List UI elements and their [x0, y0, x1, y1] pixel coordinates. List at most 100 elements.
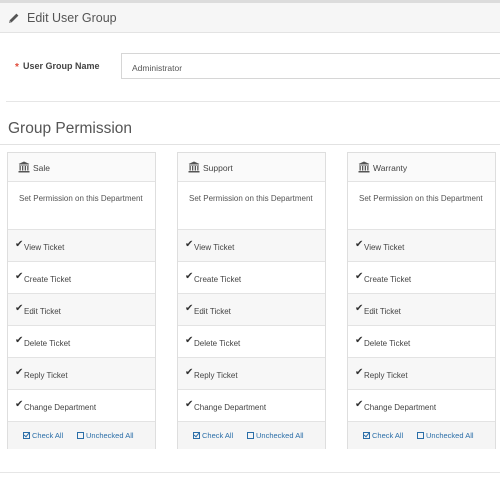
permission-delete-ticket[interactable]: ✔ Delete Ticket	[348, 326, 495, 358]
permission-label: Change Department	[194, 403, 267, 412]
permission-label: Create Ticket	[194, 275, 242, 284]
bank-icon	[358, 161, 370, 173]
permission-label: Delete Ticket	[194, 339, 241, 348]
uncheck-all-label: Unchecked All	[426, 431, 474, 440]
permission-reply-ticket[interactable]: ✔ Reply Ticket	[178, 358, 325, 390]
uncheck-all-label: Unchecked All	[256, 431, 304, 440]
uncheck-all-label: Unchecked All	[86, 431, 134, 440]
permission-edit-ticket[interactable]: ✔ Edit Ticket	[8, 294, 155, 326]
panel-header: Support	[178, 153, 325, 182]
panel-header: Sale	[8, 153, 155, 182]
checked-box-icon	[363, 432, 370, 439]
check-icon: ✔	[15, 239, 24, 250]
panel-footer: Check All Unchecked All	[178, 422, 325, 449]
permission-view-ticket[interactable]: ✔ View Ticket	[178, 230, 325, 262]
permission-label: View Ticket	[24, 243, 65, 252]
panel-footer: Check All Unchecked All	[8, 422, 155, 449]
check-icon: ✔	[355, 239, 364, 250]
permission-edit-ticket[interactable]: ✔ Edit Ticket	[348, 294, 495, 326]
permission-create-ticket[interactable]: ✔ Create Ticket	[178, 262, 325, 294]
permission-label: Change Department	[24, 403, 97, 412]
check-icon: ✔	[355, 367, 364, 378]
check-icon: ✔	[185, 399, 194, 410]
check-icon: ✔	[185, 335, 194, 346]
section-title: Group Permission	[8, 120, 133, 137]
page-title: Edit User Group	[27, 11, 117, 25]
department-name: Sale	[33, 163, 51, 173]
permission-edit-ticket[interactable]: ✔ Edit Ticket	[178, 294, 325, 326]
permission-view-ticket[interactable]: ✔ View Ticket	[348, 230, 495, 262]
permission-label: Create Ticket	[364, 275, 412, 284]
check-icon: ✔	[355, 271, 364, 282]
required-marker: *	[15, 62, 19, 73]
check-all-label: Check All	[202, 431, 234, 440]
permission-label: View Ticket	[194, 243, 235, 252]
check-all-label: Check All	[372, 431, 404, 440]
permission-label: Delete Ticket	[364, 339, 411, 348]
check-icon: ✔	[355, 303, 364, 314]
department-description: Set Permission on this Department	[348, 182, 495, 230]
permission-change-department[interactable]: ✔ Change Department	[8, 390, 155, 422]
check-all-link[interactable]: Check All	[23, 431, 63, 440]
permission-label: Change Department	[364, 403, 437, 412]
checked-box-icon	[23, 432, 30, 439]
check-icon: ✔	[15, 399, 24, 410]
permission-delete-ticket[interactable]: ✔ Delete Ticket	[8, 326, 155, 358]
permission-delete-ticket[interactable]: ✔ Delete Ticket	[178, 326, 325, 358]
permission-reply-ticket[interactable]: ✔ Reply Ticket	[348, 358, 495, 390]
permission-create-ticket[interactable]: ✔ Create Ticket	[348, 262, 495, 294]
permission-label: Reply Ticket	[364, 371, 408, 380]
divider	[6, 101, 500, 102]
divider	[0, 472, 500, 473]
divider	[0, 144, 500, 145]
permission-label: Reply Ticket	[24, 371, 68, 380]
empty-box-icon	[417, 432, 424, 439]
check-all-link[interactable]: Check All	[193, 431, 233, 440]
check-icon: ✔	[185, 271, 194, 282]
bank-icon	[18, 161, 30, 173]
bank-icon	[188, 161, 200, 173]
permission-label: Delete Ticket	[24, 339, 71, 348]
permission-change-department[interactable]: ✔ Change Department	[178, 390, 325, 422]
permission-label: Edit Ticket	[364, 307, 401, 316]
department-panel-sale: Sale Set Permission on this Department ✔…	[7, 152, 156, 449]
empty-box-icon	[247, 432, 254, 439]
permission-view-ticket[interactable]: ✔ View Ticket	[8, 230, 155, 262]
check-icon: ✔	[15, 271, 24, 282]
permission-label: Reply Ticket	[194, 371, 238, 380]
permission-label: Edit Ticket	[24, 307, 61, 316]
permission-reply-ticket[interactable]: ✔ Reply Ticket	[8, 358, 155, 390]
check-icon: ✔	[355, 335, 364, 346]
permission-change-department[interactable]: ✔ Change Department	[348, 390, 495, 422]
panel-header: Warranty	[348, 153, 495, 182]
department-description: Set Permission on this Department	[8, 182, 155, 230]
uncheck-all-link[interactable]: Unchecked All	[247, 431, 304, 440]
check-icon: ✔	[355, 399, 364, 410]
permission-create-ticket[interactable]: ✔ Create Ticket	[8, 262, 155, 294]
permission-label: Edit Ticket	[194, 307, 231, 316]
checked-box-icon	[193, 432, 200, 439]
permission-label: View Ticket	[364, 243, 405, 252]
check-icon: ✔	[15, 335, 24, 346]
uncheck-all-link[interactable]: Unchecked All	[77, 431, 134, 440]
check-all-link[interactable]: Check All	[363, 431, 403, 440]
group-name-input[interactable]: Administrator	[121, 53, 500, 79]
panel-footer: Check All Unchecked All	[348, 422, 495, 449]
empty-box-icon	[77, 432, 84, 439]
department-name: Support	[203, 163, 233, 173]
check-all-label: Check All	[32, 431, 64, 440]
check-icon: ✔	[15, 303, 24, 314]
check-icon: ✔	[185, 367, 194, 378]
uncheck-all-link[interactable]: Unchecked All	[417, 431, 474, 440]
pencil-icon	[9, 13, 19, 23]
group-name-row: * User Group Name Administrator	[0, 52, 500, 82]
department-panel-warranty: Warranty Set Permission on this Departme…	[347, 152, 496, 449]
check-icon: ✔	[15, 367, 24, 378]
permission-label: Create Ticket	[24, 275, 72, 284]
group-name-label: User Group Name	[23, 61, 100, 71]
page-header: Edit User Group	[0, 0, 500, 33]
department-description: Set Permission on this Department	[178, 182, 325, 230]
check-icon: ✔	[185, 239, 194, 250]
department-name: Warranty	[373, 163, 408, 173]
check-icon: ✔	[185, 303, 194, 314]
